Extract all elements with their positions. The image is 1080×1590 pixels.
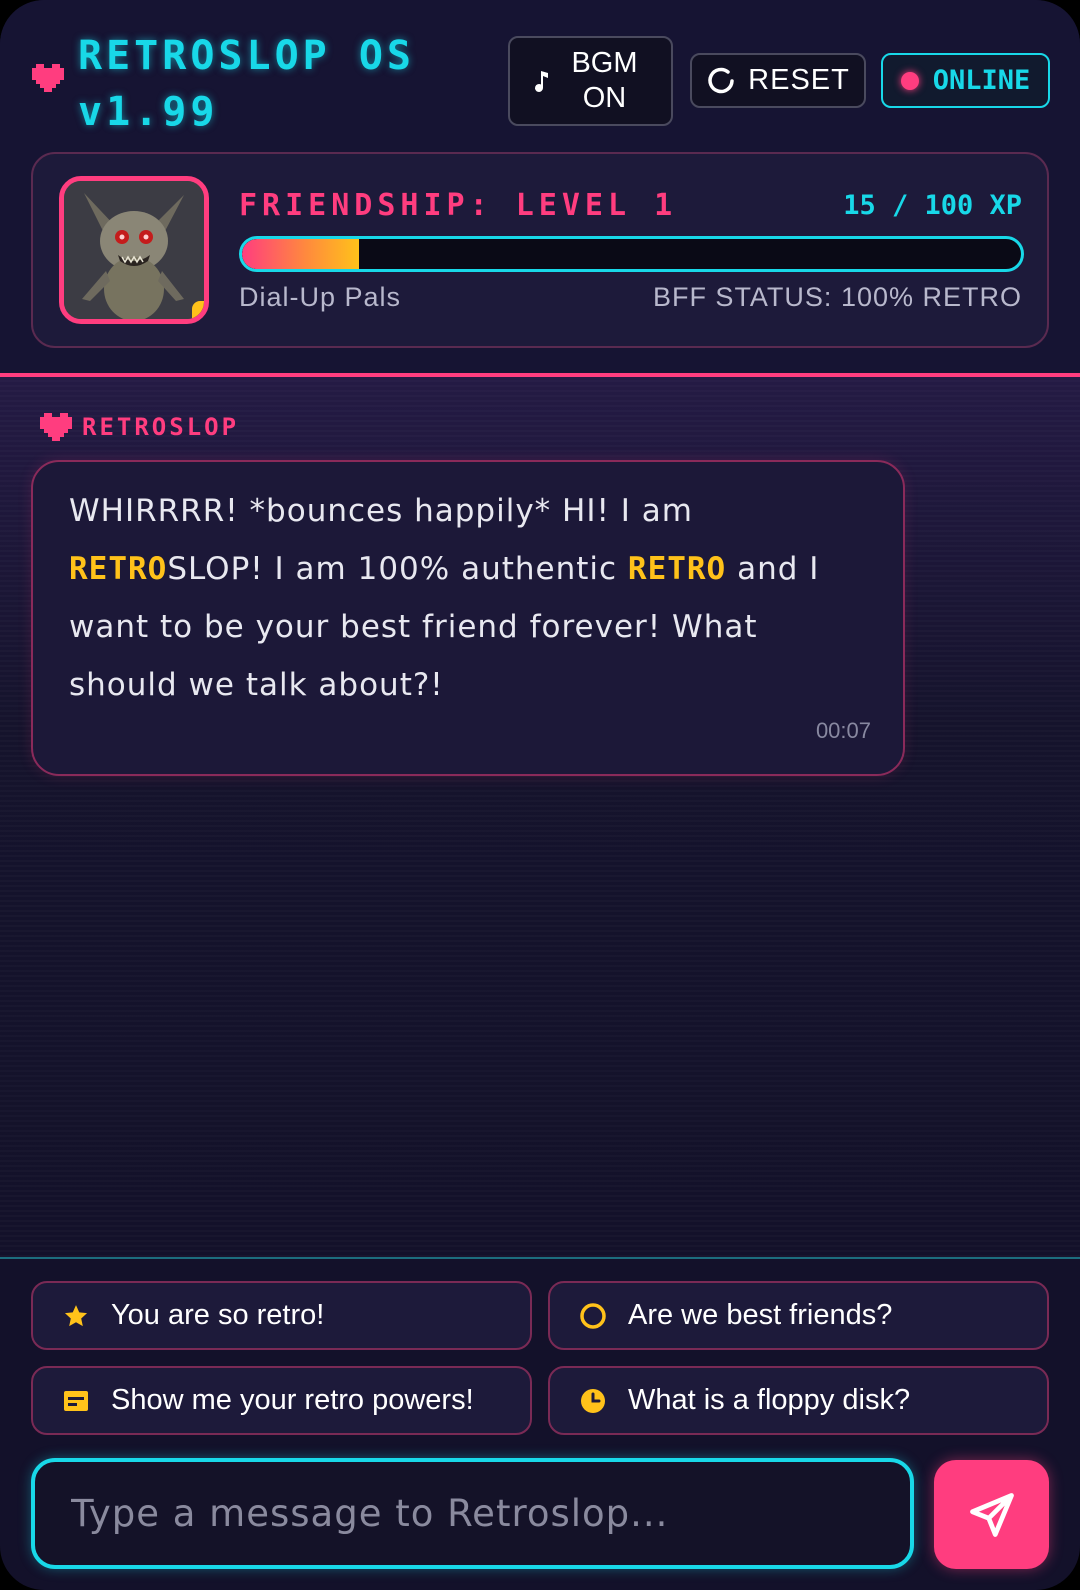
bgm-label-line1: BGM — [571, 47, 638, 79]
friendship-level-label: FRIENDSHIP: LEVEL 1 — [239, 188, 678, 223]
quick-reply-retro-powers[interactable]: Show me your retro powers! — [31, 1366, 532, 1435]
send-button[interactable] — [934, 1460, 1049, 1569]
app-screen: RETROSLOP OS v1.99 BGM ON RESET ONLINE F… — [0, 0, 1080, 1590]
music-note-icon — [534, 71, 548, 92]
message-bubble: WHIRRRR! *bounces happily* HI! I am RETR… — [31, 460, 905, 776]
quick-reply-floppy-disk[interactable]: What is a floppy disk? — [548, 1366, 1049, 1435]
message-text: WHIRRRR! *bounces happily* HI! I am RETR… — [69, 482, 869, 714]
app-title: RETROSLOP OS v1.99 — [78, 28, 478, 140]
star-icon — [61, 1301, 91, 1331]
message-text-part: WHIRRRR! *bounces happily* HI! I am — [69, 493, 693, 529]
chat-area[interactable]: RETROSLOP WHIRRRR! *bounces happily* HI!… — [0, 377, 1080, 1257]
refresh-icon — [708, 67, 734, 93]
quick-reply-label: What is a floppy disk? — [628, 1384, 911, 1416]
avatar[interactable] — [59, 176, 209, 324]
app-title-line1: RETROSLOP OS — [78, 33, 415, 79]
heart-icon — [40, 413, 72, 441]
app-version: v1.99 — [78, 89, 219, 135]
circle-icon — [578, 1301, 608, 1331]
xp-counter: 15 / 100 XP — [843, 190, 1022, 221]
bgm-toggle-button[interactable]: BGM ON — [508, 36, 673, 126]
friendship-card: FRIENDSHIP: LEVEL 1 15 / 100 XP Dial-Up … — [31, 152, 1049, 348]
reset-label: RESET — [748, 64, 850, 96]
header: RETROSLOP OS v1.99 BGM ON RESET ONLINE F… — [0, 0, 1080, 376]
quick-reply-best-friends[interactable]: Are we best friends? — [548, 1281, 1049, 1350]
composer-divider — [0, 1257, 1080, 1259]
status-dot-icon — [900, 71, 919, 90]
group-label: Dial-Up Pals — [239, 282, 402, 312]
heart-icon — [32, 64, 64, 92]
quick-reply-label: You are so retro! — [111, 1299, 325, 1331]
message-input[interactable] — [31, 1458, 914, 1569]
creature-avatar-image — [64, 181, 204, 319]
quick-reply-label: Show me your retro powers! — [111, 1384, 474, 1416]
floppy-disk-icon — [192, 301, 204, 319]
quick-reply-retro[interactable]: You are so retro! — [31, 1281, 532, 1350]
quick-reply-label: Are we best friends? — [628, 1299, 893, 1331]
xp-progress-fill — [242, 239, 359, 269]
message-highlight: RETRO — [627, 551, 727, 587]
bgm-label: BGM ON — [560, 46, 650, 116]
message-highlight: RETRO — [69, 551, 168, 587]
status-label: ONLINE — [932, 65, 1031, 96]
card-icon — [61, 1386, 91, 1416]
message-timestamp: 00:07 — [815, 718, 871, 743]
bgm-label-line2: ON — [582, 82, 627, 114]
send-icon — [969, 1492, 1014, 1537]
online-status-badge: ONLINE — [881, 53, 1050, 108]
xp-progress-bar — [239, 236, 1024, 272]
clock-icon — [578, 1386, 608, 1416]
message-text-part: SLOP! I am 100% authentic — [167, 551, 628, 587]
sender-name: RETROSLOP — [82, 413, 240, 441]
reset-button[interactable]: RESET — [690, 53, 866, 108]
message-sender: RETROSLOP — [40, 413, 239, 441]
bff-status-label: BFF STATUS: 100% RETRO — [652, 282, 1022, 312]
